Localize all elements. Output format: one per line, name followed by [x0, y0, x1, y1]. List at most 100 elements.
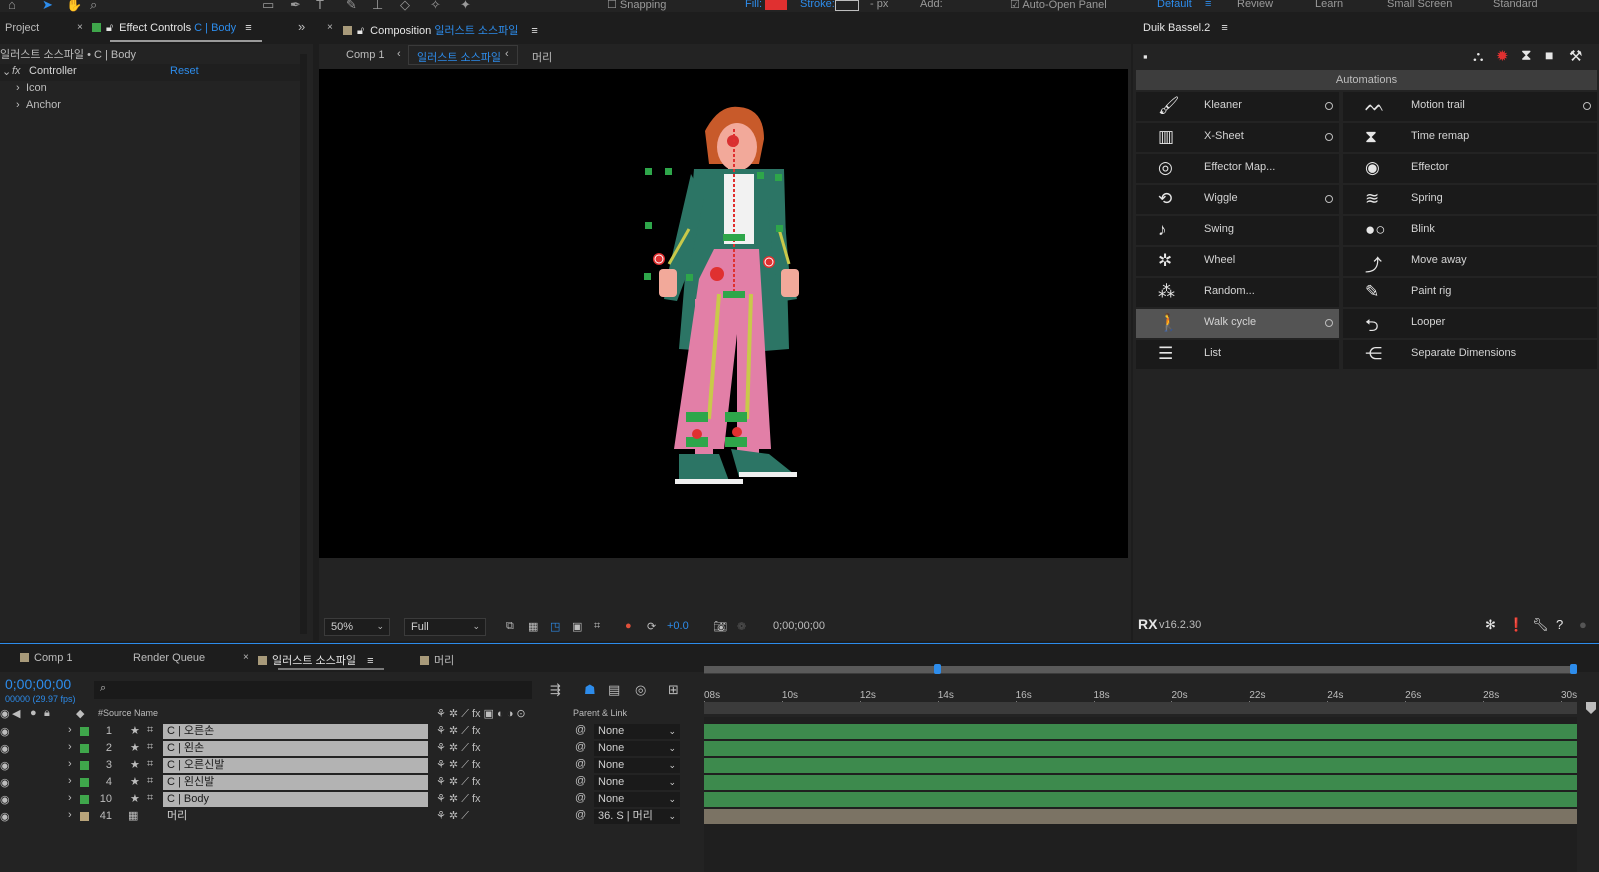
pickwhip-icon[interactable]: @	[575, 775, 586, 787]
help-icon[interactable]: ?	[1556, 617, 1563, 632]
visibility-eye-icon[interactable]: ◉	[0, 776, 10, 789]
graph-editor-icon[interactable]: ⊞	[668, 682, 679, 698]
reset-link[interactable]: Reset	[170, 65, 199, 77]
label-color-icon[interactable]	[80, 727, 89, 736]
tab-composition[interactable]: 🔓︎ Composition 일러스트 소스파일 ≡	[343, 22, 538, 38]
selection-tool-icon[interactable]: ➤	[42, 0, 53, 12]
timeline-timecode[interactable]: 0;00;00;00	[5, 676, 71, 692]
expand-chevron-icon[interactable]: ›	[16, 82, 20, 94]
automation-list[interactable]: ☰ List	[1136, 340, 1339, 369]
parent-dropdown[interactable]: None ⌄	[594, 741, 680, 756]
options-dot[interactable]	[1325, 319, 1333, 327]
layer-name[interactable]: 머리	[163, 809, 428, 824]
composition-viewer[interactable]	[319, 69, 1128, 558]
layer-name[interactable]: C | 오른손	[163, 724, 428, 739]
pickwhip-icon[interactable]: @	[575, 724, 586, 736]
label-color-icon[interactable]	[80, 812, 89, 821]
hand-tool-icon[interactable]: ✋	[66, 0, 82, 12]
automation-effector-map[interactable]: ◎ Effector Map...	[1136, 154, 1339, 183]
scrollbar[interactable]	[300, 54, 307, 634]
options-dot[interactable]	[1583, 102, 1591, 110]
zoom-tool-icon[interactable]: ⌕	[90, 0, 97, 12]
workspace-learn[interactable]: Learn	[1315, 0, 1343, 10]
automation-paint-rig[interactable]: ✎ Paint rig	[1343, 278, 1597, 307]
expand-chevron-icon[interactable]: ›	[68, 775, 72, 787]
options-dot[interactable]	[1325, 102, 1333, 110]
automation-separate-dimensions[interactable]: ⋲ Separate Dimensions	[1343, 340, 1597, 369]
workspace-review[interactable]: Review	[1237, 0, 1273, 10]
pickwhip-icon[interactable]: @	[575, 809, 586, 821]
parent-dropdown[interactable]: None ⌄	[594, 758, 680, 773]
layer-duration-bar[interactable]	[704, 792, 1577, 807]
automation-blink[interactable]: ●○ Blink	[1343, 216, 1597, 245]
clone-tool-icon[interactable]: ⊥	[372, 0, 383, 12]
resolution-dropdown[interactable]: Full ⌄	[404, 618, 486, 636]
viewer-timecode[interactable]: 0;00;00;00	[773, 620, 825, 637]
layer-row[interactable]: ◉ › 3 ★ ⌗ C | 오른신발 ⚘ ✲ ⟋ fx @ None ⌄	[0, 757, 700, 774]
exposure-value[interactable]: +0.0	[667, 620, 689, 637]
layer-switches-icon[interactable]: ⚘ ✲ ⟋ fx	[436, 724, 481, 738]
pickwhip-icon[interactable]: @	[575, 792, 586, 804]
rigging-icon[interactable]: ⛬	[1473, 48, 1484, 65]
frame-blending-icon[interactable]: ▤	[608, 682, 620, 698]
transparency-grid-icon[interactable]: ▦	[528, 620, 538, 637]
expand-chevron-icon[interactable]: ›	[68, 741, 72, 753]
workspace-standard[interactable]: Standard	[1493, 0, 1538, 10]
show-snapshot-icon[interactable]: ❁	[737, 620, 746, 637]
panel-menu-icon[interactable]: ≡	[531, 25, 537, 37]
automation-wheel[interactable]: ✲ Wheel	[1136, 247, 1339, 276]
options-dot[interactable]	[1325, 133, 1333, 141]
text-tool-icon[interactable]: T	[316, 0, 324, 12]
reset-exposure-icon[interactable]: ⟳	[647, 620, 656, 637]
visibility-eye-icon[interactable]: ◉	[0, 759, 10, 772]
label-color-icon[interactable]	[80, 761, 89, 770]
add-label[interactable]: Add:	[920, 0, 943, 10]
property-row-anchor[interactable]: › Anchor	[0, 98, 300, 115]
label-color-icon[interactable]	[80, 778, 89, 787]
grid-guides-icon[interactable]: ⌗	[594, 620, 600, 637]
layer-name[interactable]: C | 왼신발	[163, 775, 428, 790]
label-color-icon[interactable]	[80, 744, 89, 753]
pickwhip-icon[interactable]: @	[575, 741, 586, 753]
visibility-eye-icon[interactable]: ◉	[0, 810, 10, 823]
snapping-checkbox[interactable]: ☐ Snapping	[607, 0, 666, 11]
time-navigator[interactable]	[704, 666, 1577, 673]
tab-illustration-source[interactable]: 일러스트 소스파일 ≡	[258, 652, 374, 668]
settings-icon[interactable]: 🔧︎	[1532, 617, 1549, 633]
tab-duik[interactable]: Duik Bassel.2 ≡	[1143, 22, 1228, 34]
layer-switches-icon[interactable]: ⚘ ✲ ⟋ fx	[436, 741, 481, 755]
fast-preview-icon[interactable]: ⧉	[506, 620, 514, 637]
automation-x-sheet[interactable]: ▥ X-Sheet	[1136, 123, 1339, 152]
zoom-dropdown[interactable]: 50% ⌄	[324, 618, 390, 636]
region-of-interest-icon[interactable]: ▣	[572, 620, 582, 637]
layer-row[interactable]: ◉ › 41 ▦ 머리 ⚘ ✲ ⟋ @36. S | 머리 ⌄	[0, 808, 700, 825]
mask-visibility-icon[interactable]: ◳	[550, 620, 560, 637]
tab-head[interactable]: 머리	[420, 652, 454, 668]
layer-row[interactable]: ◉ › 4 ★ ⌗ C | 왼신발 ⚘ ✲ ⟋ fx @ None ⌄	[0, 774, 700, 791]
layer-duration-bar[interactable]	[704, 758, 1577, 773]
visibility-eye-icon[interactable]: ◉	[0, 742, 10, 755]
automation-icon[interactable]: ✹	[1496, 47, 1509, 65]
comp-flowchart-icon[interactable]: ⇶	[550, 682, 561, 698]
workspace-menu-icon[interactable]: ≡	[1205, 0, 1211, 10]
automation-wiggle[interactable]: ⟲ Wiggle	[1136, 185, 1339, 214]
breadcrumb-head[interactable]: 머리	[532, 49, 552, 65]
expand-chevron-icon[interactable]: ›	[68, 758, 72, 770]
layer-switches-icon[interactable]: ⚘ ✲ ⟋ fx	[436, 758, 481, 772]
property-row-icon[interactable]: › Icon	[0, 81, 300, 98]
rectangle-tool-icon[interactable]: ▭	[262, 0, 274, 12]
tab-render-queue[interactable]: Render Queue	[133, 652, 205, 664]
animation-icon[interactable]: ⧗	[1521, 47, 1532, 64]
pickwhip-icon[interactable]: @	[575, 758, 586, 770]
automation-walk-cycle[interactable]: 🚶 Walk cycle	[1136, 309, 1339, 338]
parent-dropdown[interactable]: None ⌄	[594, 724, 680, 739]
motion-blur-icon[interactable]: ◎	[635, 682, 646, 698]
layer-name[interactable]: C | Body	[163, 792, 428, 807]
layer-switches-icon[interactable]: ⚘ ✲ ⟋ fx	[436, 775, 481, 789]
layer-name[interactable]: C | 왼손	[163, 741, 428, 756]
close-icon[interactable]: ×	[327, 22, 333, 33]
automation-time-remap[interactable]: ⧗ Time remap	[1343, 123, 1597, 152]
automation-motion-trail[interactable]: ᨓ Motion trail	[1343, 92, 1597, 121]
expand-chevron-icon[interactable]: ›	[68, 809, 72, 821]
expand-chevron-icon[interactable]: ›	[16, 99, 20, 111]
